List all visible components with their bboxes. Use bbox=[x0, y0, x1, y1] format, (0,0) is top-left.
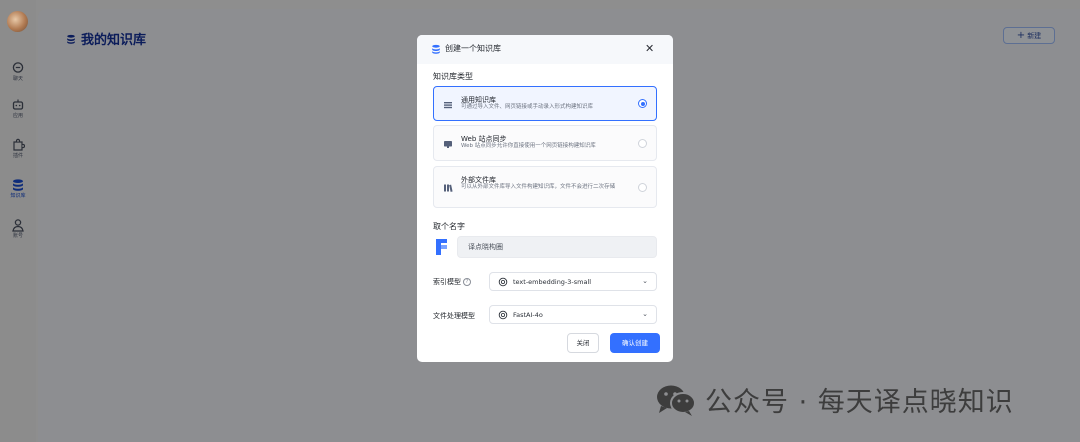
sidebar-item-apps[interactable]: 应用 bbox=[0, 98, 36, 128]
robot-icon bbox=[12, 99, 24, 110]
name-input[interactable]: 译点晓构圈 bbox=[457, 236, 657, 258]
modal-header: 创建一个知识库 ✕ bbox=[417, 35, 673, 64]
sidebar-item-label: 应用 bbox=[12, 113, 23, 119]
user-icon bbox=[12, 219, 24, 232]
new-button-label: 新建 bbox=[1027, 31, 1042, 40]
list-icon bbox=[444, 102, 452, 109]
file-model-select[interactable]: FastAI-4o ⌄ bbox=[489, 305, 657, 324]
watermark-text: 公众号 · 每天译点晓知识 bbox=[705, 387, 1014, 418]
sidebar-item-label: 插件 bbox=[12, 153, 23, 159]
type-desc: 可以从外部文件库导入文件构建知识库，文件不会进行二次存储 bbox=[461, 184, 616, 190]
modal-title: 创建一个知识库 bbox=[431, 43, 501, 54]
index-model-select[interactable]: text-embedding-3-small ⌄ bbox=[489, 272, 657, 291]
create-knowledge-base-dialog: 创建一个知识库 ✕ 知识库类型 通用知识库 可通过导入文件、网页链接或手动录入形… bbox=[417, 35, 673, 362]
type-card-general[interactable]: 通用知识库 可通过导入文件、网页链接或手动录入形式构建知识库 bbox=[433, 86, 657, 121]
page-title-text: 我的知识库 bbox=[81, 33, 147, 48]
avatar[interactable] bbox=[7, 11, 28, 32]
library-icon bbox=[444, 184, 453, 192]
type-card-external[interactable]: 外部文件库 可以从外部文件库导入文件构建知识库，文件不会进行二次存储 bbox=[433, 166, 657, 208]
watermark: 公众号 · 每天译点晓知识 bbox=[655, 380, 1014, 419]
close-button[interactable]: 关闭 bbox=[567, 333, 599, 353]
index-model-label: 索引模型 ? bbox=[433, 277, 471, 287]
sidebar-item-chat[interactable]: 聊天 bbox=[0, 61, 36, 91]
sidebar-item-plugins[interactable]: 插件 bbox=[0, 138, 36, 168]
new-button[interactable]: + 新建 bbox=[1003, 27, 1055, 44]
plus-icon: + bbox=[1016, 29, 1026, 41]
modal-title-text: 创建一个知识库 bbox=[445, 44, 501, 53]
puzzle-icon bbox=[13, 138, 25, 151]
help-icon[interactable]: ? bbox=[463, 278, 471, 286]
file-model-value: FastAI-4o bbox=[513, 310, 543, 319]
type-card-web-sync[interactable]: Web 站点同步 Web 站点同步允许你直接使用一个网页链接构建知识库 bbox=[433, 125, 657, 161]
sidebar-item-knowledge[interactable]: 知识库 bbox=[0, 178, 36, 208]
chevron-down-icon: ⌄ bbox=[642, 310, 648, 318]
close-icon[interactable]: ✕ bbox=[645, 43, 654, 55]
name-label: 取个名字 bbox=[433, 222, 465, 231]
sidebar-item-label: 聊天 bbox=[12, 76, 23, 82]
chat-icon bbox=[12, 62, 24, 73]
openai-icon bbox=[498, 310, 508, 319]
wechat-icon bbox=[657, 385, 696, 416]
database-icon bbox=[432, 44, 440, 54]
chevron-down-icon: ⌄ bbox=[642, 277, 648, 285]
type-radio[interactable] bbox=[638, 183, 647, 192]
type-radio[interactable] bbox=[638, 99, 647, 108]
confirm-create-button[interactable]: 确认创建 bbox=[610, 333, 660, 353]
database-icon bbox=[13, 179, 23, 191]
database-icon bbox=[67, 34, 75, 44]
file-model-label-text: 文件处理模型 bbox=[433, 312, 475, 320]
openai-icon bbox=[498, 277, 508, 286]
sidebar: 聊天 应用 插件 知识库 账号 bbox=[0, 0, 36, 442]
type-label: 知识库类型 bbox=[433, 72, 473, 81]
index-model-value: text-embedding-3-small bbox=[513, 277, 592, 286]
file-model-label: 文件处理模型 bbox=[433, 311, 475, 321]
type-desc: 可通过导入文件、网页链接或手动录入形式构建知识库 bbox=[461, 104, 594, 110]
page-title: 我的知识库 bbox=[66, 29, 146, 48]
index-model-label-text: 索引模型 bbox=[433, 278, 461, 286]
type-desc: Web 站点同步允许你直接使用一个网页链接构建知识库 bbox=[461, 143, 596, 149]
type-radio[interactable] bbox=[638, 139, 647, 148]
web-icon bbox=[444, 141, 452, 148]
sidebar-item-account[interactable]: 账号 bbox=[0, 218, 36, 248]
sidebar-item-label: 知识库 bbox=[10, 193, 26, 199]
avatar-upload-icon[interactable] bbox=[433, 236, 450, 258]
sidebar-item-label: 账号 bbox=[12, 233, 23, 239]
